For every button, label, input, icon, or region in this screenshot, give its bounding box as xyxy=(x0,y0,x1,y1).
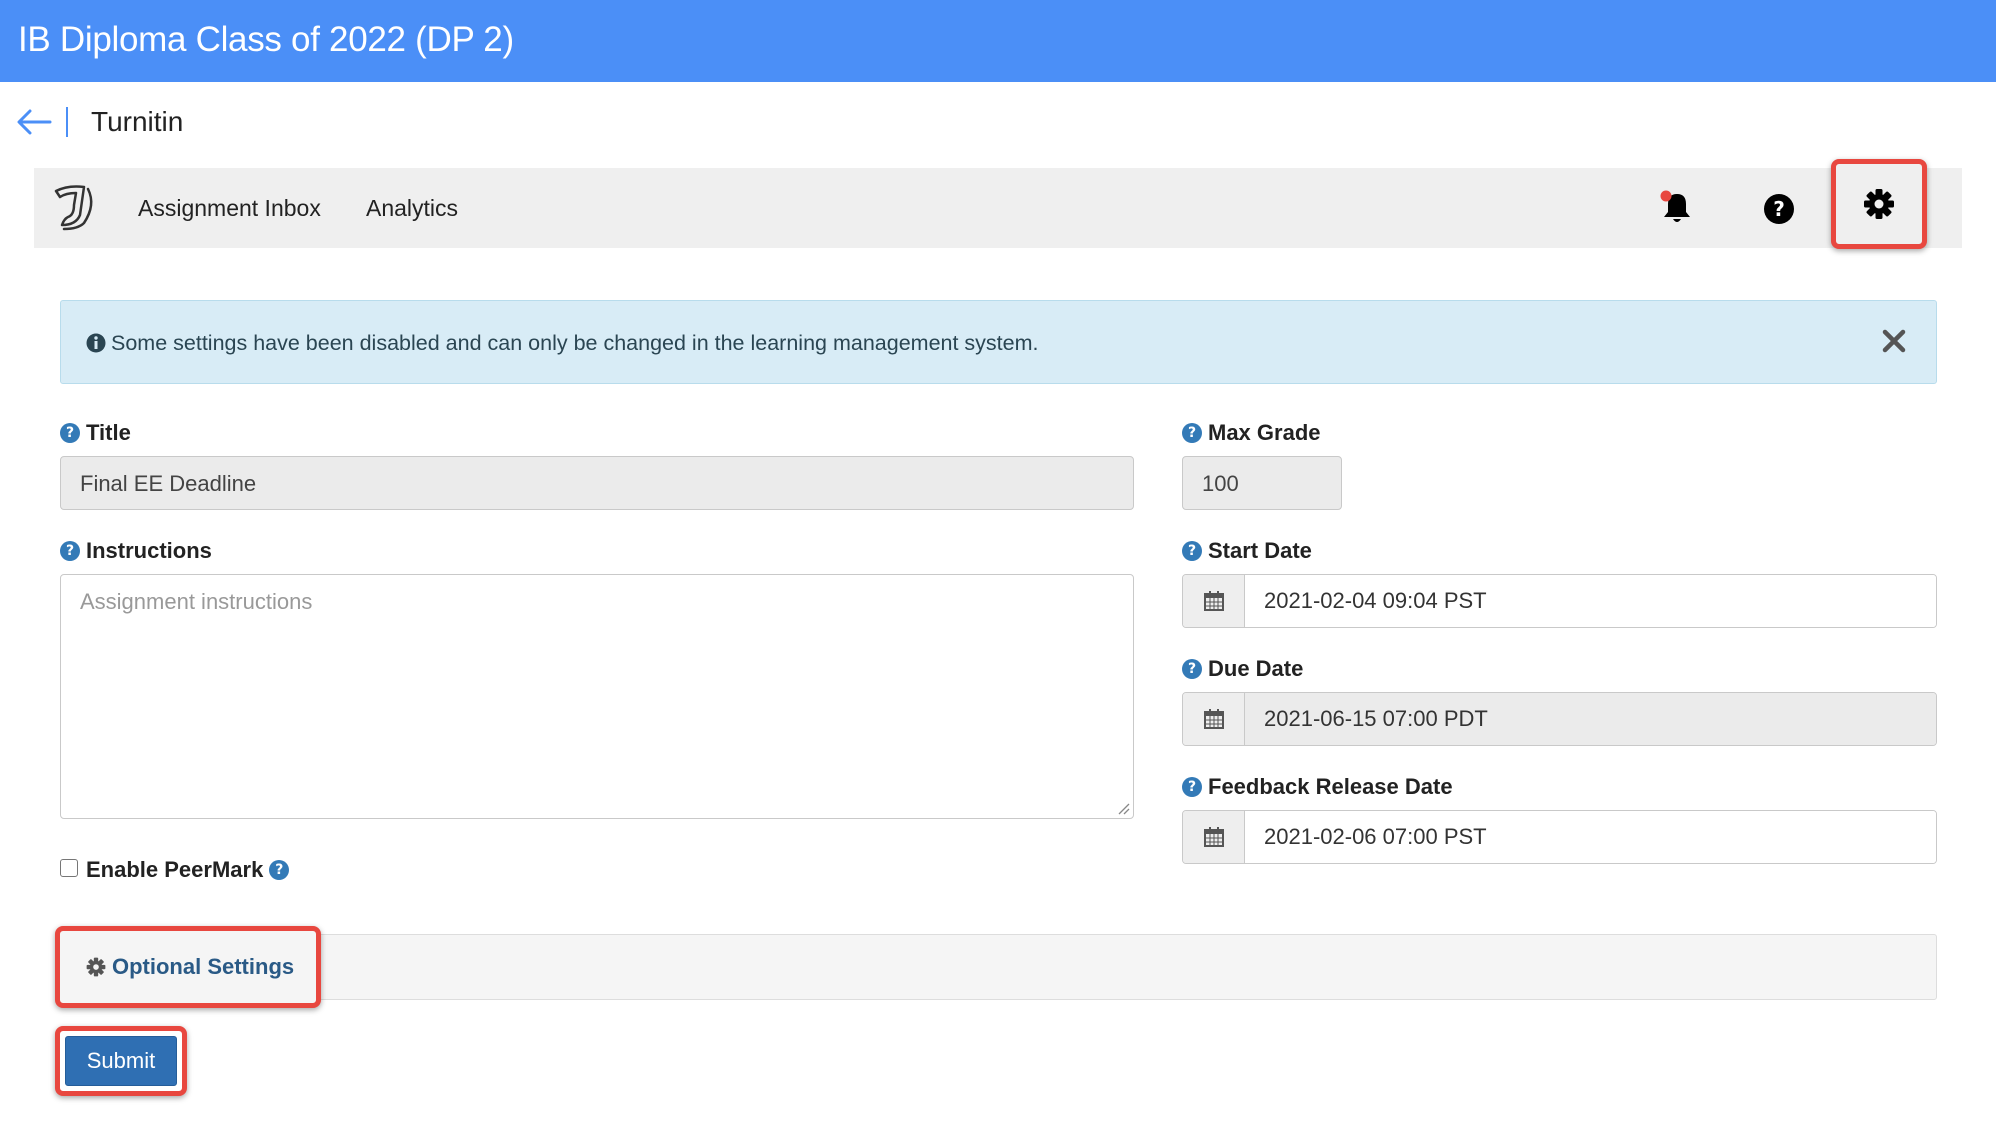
question-icon[interactable]: ? xyxy=(1182,659,1202,679)
due-date-value: 2021-06-15 07:00 PDT xyxy=(1245,693,1936,745)
cog-icon xyxy=(86,957,106,977)
due-date-label: ? Due Date xyxy=(1182,656,1303,682)
max-grade-input[interactable]: 100 xyxy=(1182,456,1342,510)
feedback-date-label: ? Feedback Release Date xyxy=(1182,774,1453,800)
start-date-value: 2021-02-04 09:04 PST xyxy=(1245,575,1936,627)
svg-text:?: ? xyxy=(1773,197,1785,221)
peermark-label-text: Enable PeerMark xyxy=(86,857,264,882)
feedback-date-field[interactable]: 2021-02-06 07:00 PST xyxy=(1182,810,1937,864)
optional-settings-toggle[interactable]: Optional Settings xyxy=(55,926,321,1008)
bell-icon[interactable] xyxy=(1660,190,1694,226)
question-icon[interactable]: ? xyxy=(269,860,290,880)
start-date-field[interactable]: 2021-02-04 09:04 PST xyxy=(1182,574,1937,628)
question-icon[interactable]: ? xyxy=(1182,423,1202,443)
start-date-label-text: Start Date xyxy=(1208,538,1312,563)
title-label-text: Title xyxy=(86,420,131,445)
info-icon xyxy=(86,333,106,353)
submit-button[interactable]: Submit xyxy=(65,1036,177,1086)
feedback-date-value: 2021-02-06 07:00 PST xyxy=(1245,811,1936,863)
settings-button[interactable] xyxy=(1831,159,1927,249)
calendar-icon[interactable] xyxy=(1183,575,1245,627)
nav-assignment-inbox[interactable]: Assignment Inbox xyxy=(138,195,321,222)
alert-message: Some settings have been disabled and can… xyxy=(111,331,1039,355)
nav-analytics[interactable]: Analytics xyxy=(366,195,458,222)
calendar-icon[interactable] xyxy=(1183,811,1245,863)
question-icon[interactable]: ? xyxy=(1182,541,1202,561)
due-date-label-text: Due Date xyxy=(1208,656,1304,681)
instructions-placeholder: Assignment instructions xyxy=(80,589,313,614)
close-icon[interactable] xyxy=(1880,327,1908,355)
instructions-label: ? Instructions xyxy=(60,538,212,564)
start-date-label: ? Start Date xyxy=(1182,538,1312,564)
question-icon[interactable]: ? xyxy=(1182,777,1202,797)
resize-grip-icon[interactable] xyxy=(1116,801,1130,815)
due-date-field[interactable]: 2021-06-15 07:00 PDT xyxy=(1182,692,1937,746)
feedback-date-label-text: Feedback Release Date xyxy=(1208,774,1453,799)
max-grade-label: ? Max Grade xyxy=(1182,420,1321,446)
turnitin-logo-icon xyxy=(50,181,98,233)
submit-highlight: Submit xyxy=(55,1026,187,1096)
instructions-textarea[interactable]: Assignment instructions xyxy=(60,574,1134,819)
gear-icon xyxy=(1864,189,1894,219)
peermark-label: Enable PeerMark ? xyxy=(86,857,290,883)
optional-settings-label: Optional Settings xyxy=(112,954,295,979)
tool-name: Turnitin xyxy=(91,106,184,137)
title-label: ? Title xyxy=(60,420,131,446)
max-grade-label-text: Max Grade xyxy=(1208,420,1321,445)
title-input[interactable]: Final EE Deadline xyxy=(60,456,1134,510)
help-icon[interactable]: ? xyxy=(1763,193,1795,225)
course-title: IB Diploma Class of 2022 (DP 2) xyxy=(18,20,514,59)
info-alert: Some settings have been disabled and can… xyxy=(60,300,1937,384)
optional-settings-panel xyxy=(60,934,1937,1000)
back-arrow-icon[interactable] xyxy=(16,106,52,138)
breadcrumb-divider xyxy=(66,107,68,137)
question-icon[interactable]: ? xyxy=(60,423,80,443)
calendar-icon[interactable] xyxy=(1183,693,1245,745)
peermark-checkbox[interactable] xyxy=(60,859,78,877)
instructions-label-text: Instructions xyxy=(86,538,212,563)
course-header: IB Diploma Class of 2022 (DP 2) xyxy=(0,0,1996,82)
question-icon[interactable]: ? xyxy=(60,541,80,561)
